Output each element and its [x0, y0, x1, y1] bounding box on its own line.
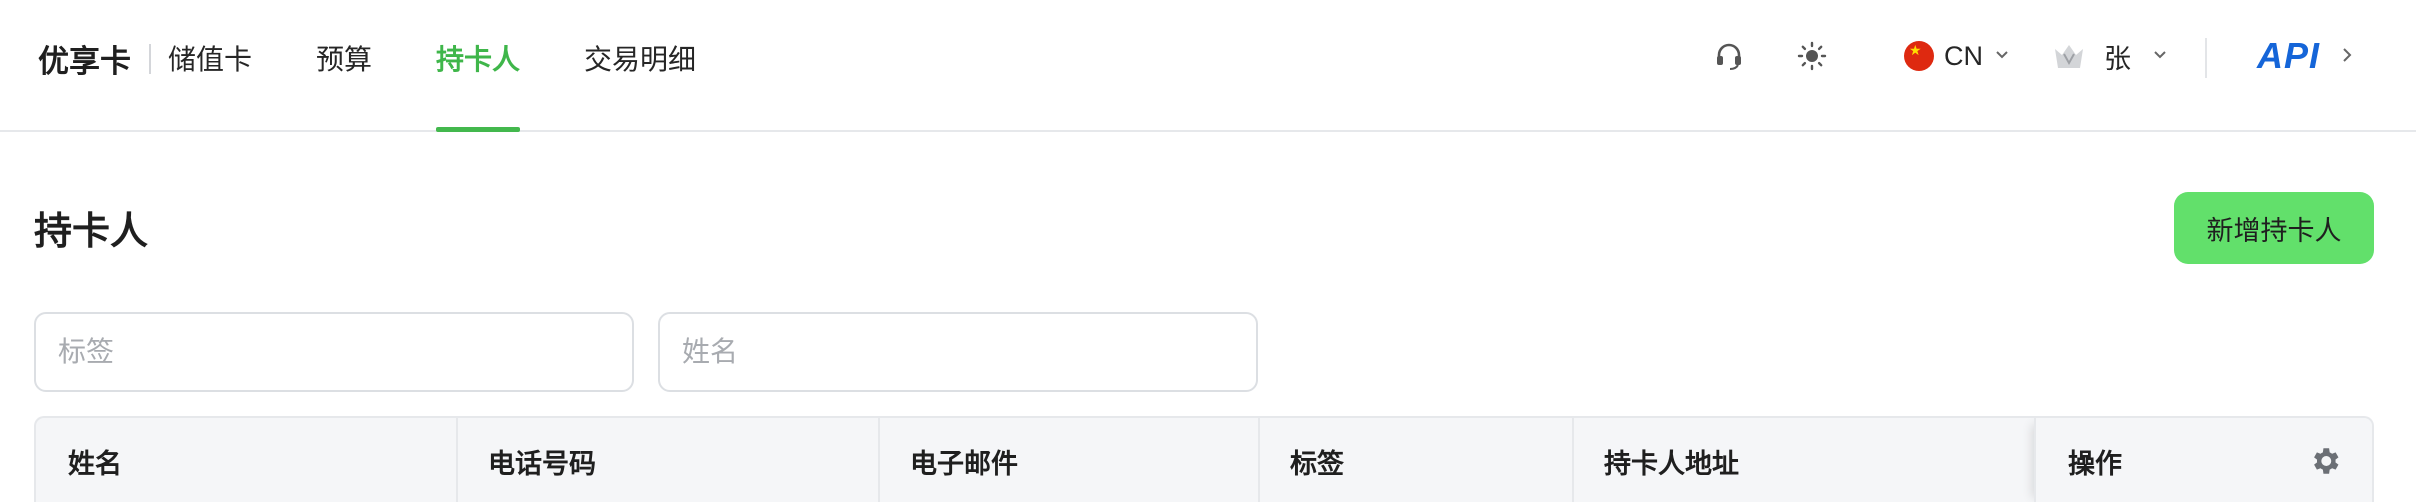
user-menu[interactable]: 张	[2052, 36, 2167, 76]
sun-icon[interactable]	[1794, 38, 1830, 74]
column-header-name[interactable]: 姓名	[36, 418, 122, 502]
column-header-tag[interactable]: 标签	[1258, 418, 1344, 502]
nav-tab-transactions[interactable]: 交易明细	[584, 0, 696, 132]
language-selector[interactable]: CN	[1904, 36, 2009, 76]
headset-icon[interactable]	[1711, 38, 1747, 74]
gear-icon[interactable]	[2308, 444, 2342, 478]
name-filter-input[interactable]	[658, 312, 1258, 392]
nav-tab-budget[interactable]: 预算	[316, 0, 372, 132]
api-link[interactable]: API	[2257, 32, 2352, 80]
crown-avatar-icon	[2052, 41, 2086, 71]
add-cardholder-button[interactable]: 新增持卡人	[2174, 192, 2374, 264]
brand-logo[interactable]: 优享卡	[38, 0, 131, 116]
column-header-phone[interactable]: 电话号码	[456, 418, 596, 502]
column-header-address[interactable]: 持卡人地址	[1572, 418, 1739, 502]
column-header-email[interactable]: 电子邮件	[878, 418, 1018, 502]
nav-tab-cardholders[interactable]: 持卡人	[436, 0, 520, 132]
active-tab-indicator	[436, 127, 520, 132]
header-divider	[2205, 38, 2207, 78]
chevron-down-icon	[2153, 47, 2167, 65]
page-title: 持卡人	[34, 211, 149, 253]
chevron-down-icon	[1995, 47, 2009, 65]
chevron-right-icon	[2342, 43, 2352, 69]
china-flag-icon	[1904, 41, 1934, 71]
column-header-actions-cell: 操作	[2034, 418, 2372, 502]
api-logo: API	[2257, 35, 2321, 76]
tag-filter-input[interactable]	[34, 312, 634, 392]
column-header-actions: 操作	[2068, 448, 2122, 479]
brand-divider	[149, 44, 151, 74]
nav-tab-stored-value-card[interactable]: 储值卡	[168, 0, 252, 132]
table-header: 姓名 电话号码 电子邮件 标签 持卡人地址 操作	[34, 416, 2374, 502]
user-name: 张	[2104, 43, 2131, 74]
language-code: CN	[1944, 40, 1983, 71]
top-header: 优享卡 储值卡 预算 持卡人 交易明细 CN	[0, 0, 2416, 132]
